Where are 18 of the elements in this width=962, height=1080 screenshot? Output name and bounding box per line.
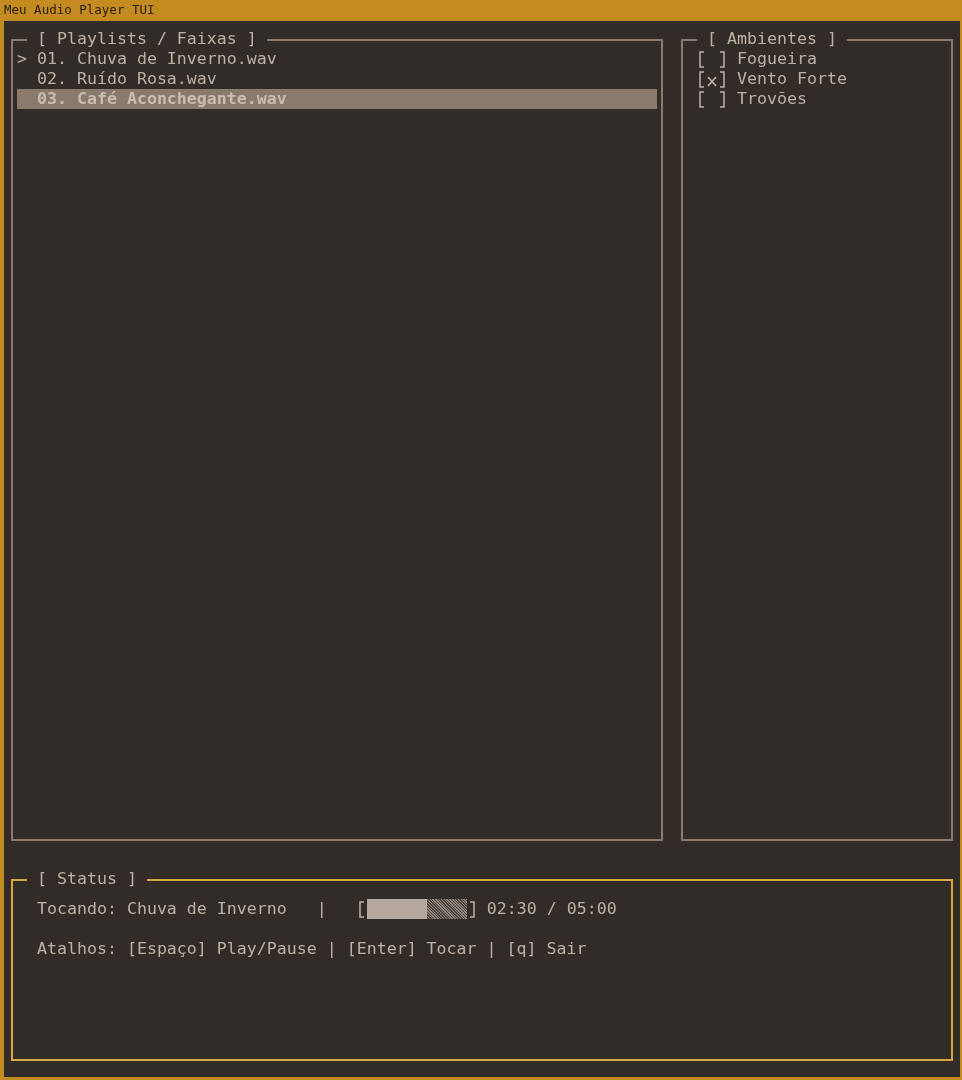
ambient-label: Fogueira <box>737 49 817 69</box>
now-playing-text: Tocando: Chuva de Inverno <box>37 899 287 919</box>
panel-title: [ Playlists / Faixas ] <box>27 29 267 49</box>
checkbox[interactable] <box>697 89 727 109</box>
panel-title: [ Status ] <box>27 869 147 889</box>
cursor-marker: > <box>17 49 28 69</box>
checkbox[interactable] <box>697 49 727 69</box>
ambient-label: Trovões <box>737 89 807 109</box>
window-title: Meu Audio Player TUI <box>4 4 155 17</box>
left-bracket-icon <box>356 899 367 919</box>
track-item[interactable]: 02. Ruído Rosa.wav <box>17 69 657 89</box>
time-text: 02:30 / 05:00 <box>486 899 617 919</box>
shortcuts-text: Atalhos: [Espaço] Play/Pause | [Enter] Tocar | [q] Sair <box>37 939 587 959</box>
track-item[interactable]: > 01. Chuva de Inverno.wav <box>17 49 657 69</box>
panel-title: [ Ambientes ] <box>697 29 847 49</box>
separator: | <box>316 899 327 919</box>
ambient-label: Vento Forte <box>737 69 847 89</box>
checkbox[interactable] <box>697 69 727 89</box>
